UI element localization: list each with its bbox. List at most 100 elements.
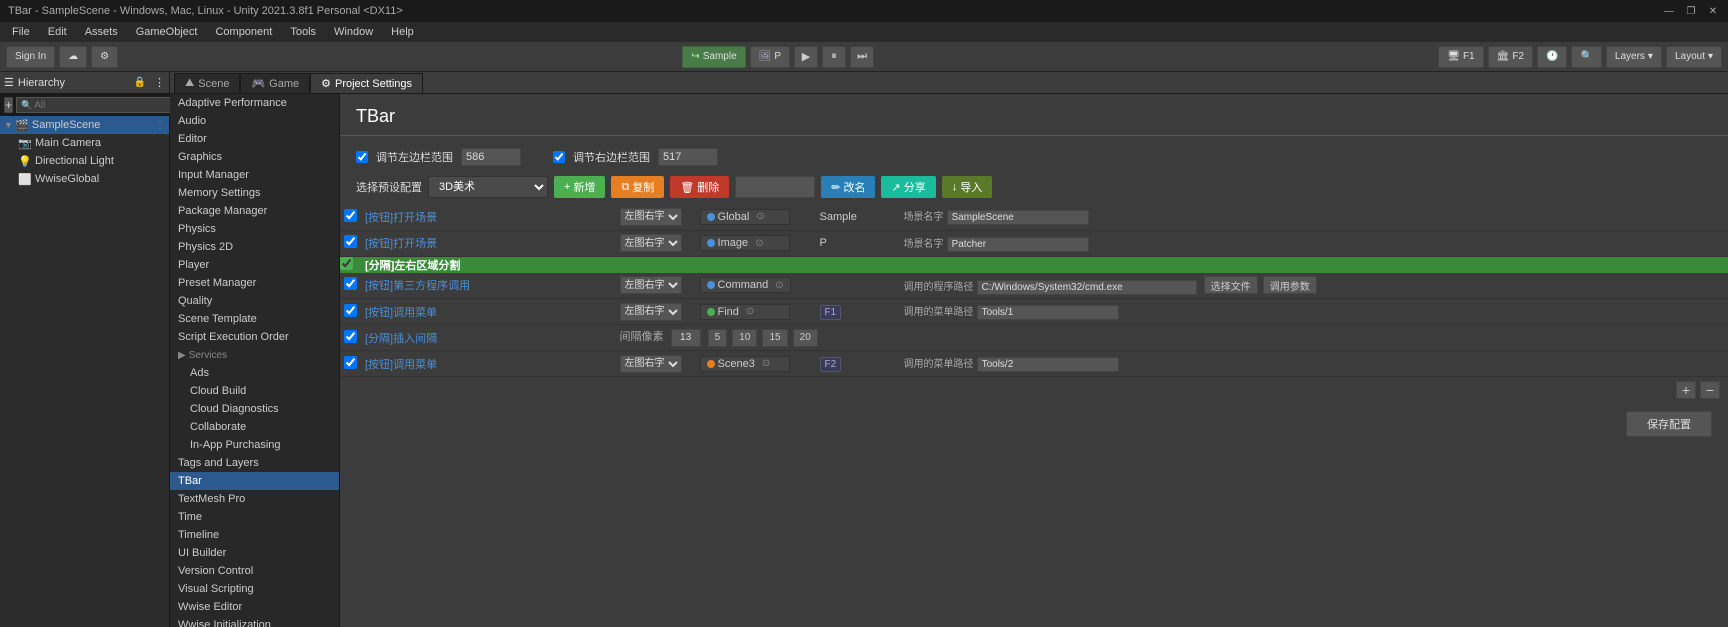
range-left-input[interactable] bbox=[461, 148, 521, 166]
settings-package[interactable]: Package Manager bbox=[170, 202, 339, 220]
scene-value-input[interactable] bbox=[947, 237, 1089, 252]
sample-tab-button[interactable]: ↪ Sample bbox=[682, 46, 745, 68]
settings-cloud-build[interactable]: Cloud Build bbox=[170, 382, 339, 400]
hierarchy-item-directionallight[interactable]: 💡 Directional Light bbox=[0, 152, 169, 170]
spacing-15-button[interactable]: 15 bbox=[762, 329, 787, 347]
tab-game[interactable]: 🎮 Game bbox=[240, 73, 310, 93]
range-right-checkbox[interactable] bbox=[553, 151, 565, 163]
save-config-button[interactable]: 保存配置 bbox=[1626, 411, 1712, 437]
menu-path-input[interactable] bbox=[977, 305, 1119, 320]
spacing-10-button[interactable]: 10 bbox=[732, 329, 757, 347]
menu-tools[interactable]: Tools bbox=[282, 26, 324, 38]
row-side-select[interactable]: 左图右字 bbox=[620, 276, 682, 294]
settings-visual-scripting[interactable]: Visual Scripting bbox=[170, 580, 339, 598]
row-side-select[interactable]: 左图右字 bbox=[620, 355, 682, 373]
copy-button[interactable]: ⧉ 复制 bbox=[611, 176, 664, 198]
p-tab-button[interactable]: 🖼 P bbox=[750, 46, 790, 68]
row-checkbox[interactable] bbox=[344, 330, 357, 343]
preset-select[interactable]: 3D美术 bbox=[428, 176, 548, 198]
row-checkbox[interactable] bbox=[344, 304, 357, 317]
layout-button[interactable]: Layout ▾ bbox=[1666, 46, 1722, 68]
menu-edit[interactable]: Edit bbox=[40, 26, 75, 38]
settings-wwise-editor[interactable]: Wwise Editor bbox=[170, 598, 339, 616]
new-button[interactable]: + 新增 bbox=[554, 176, 605, 198]
settings-ads[interactable]: Ads bbox=[170, 364, 339, 382]
remove-row-button[interactable]: − bbox=[1700, 381, 1720, 399]
settings-input[interactable]: Input Manager bbox=[170, 166, 339, 184]
search-button[interactable]: 🔍 bbox=[1571, 46, 1601, 68]
signin-button[interactable]: Sign In bbox=[6, 46, 55, 68]
range-left-checkbox[interactable] bbox=[356, 151, 368, 163]
settings-quality[interactable]: Quality bbox=[170, 292, 339, 310]
settings-timeline[interactable]: Timeline bbox=[170, 526, 339, 544]
scene-value-input[interactable] bbox=[947, 210, 1089, 225]
row-side-select[interactable]: 左图右字 bbox=[620, 303, 682, 321]
spacing-5-button[interactable]: 5 bbox=[708, 329, 728, 347]
key-circle-icon[interactable]: ⊙ bbox=[762, 358, 770, 369]
rename-button[interactable]: ✏ 改名 bbox=[821, 176, 875, 198]
menu-path-input[interactable] bbox=[977, 357, 1119, 372]
hierarchy-lock-icon[interactable]: 🔒 bbox=[134, 77, 146, 88]
gear-button[interactable]: ⚙ bbox=[91, 46, 118, 68]
call-args-button[interactable]: 调用参数 bbox=[1263, 276, 1317, 294]
menu-component[interactable]: Component bbox=[207, 26, 280, 38]
settings-audio[interactable]: Audio bbox=[170, 112, 339, 130]
menu-window[interactable]: Window bbox=[326, 26, 381, 38]
pause-button[interactable]: ⏸ bbox=[822, 46, 846, 68]
hierarchy-menu-icon[interactable]: ⋮ bbox=[154, 76, 165, 89]
spacing-value-input[interactable] bbox=[671, 329, 701, 347]
settings-script-exec[interactable]: Script Execution Order bbox=[170, 328, 339, 346]
tab-project-settings[interactable]: ⚙ Project Settings bbox=[310, 73, 423, 93]
hierarchy-item-wwiseglobal[interactable]: ⬜ WwiseGlobal bbox=[0, 170, 169, 188]
spacing-20-button[interactable]: 20 bbox=[793, 329, 818, 347]
row-checkbox[interactable] bbox=[344, 209, 357, 222]
settings-physics[interactable]: Physics bbox=[170, 220, 339, 238]
settings-graphics[interactable]: Graphics bbox=[170, 148, 339, 166]
key-circle-icon[interactable]: ⊙ bbox=[756, 211, 764, 222]
close-button[interactable]: ✕ bbox=[1706, 4, 1720, 18]
settings-version-control[interactable]: Version Control bbox=[170, 562, 339, 580]
settings-adaptive[interactable]: Adaptive Performance bbox=[170, 94, 339, 112]
range-right-input[interactable] bbox=[658, 148, 718, 166]
f1-button[interactable]: 🖥 F1 bbox=[1438, 46, 1483, 68]
settings-wwise-init[interactable]: Wwise Initialization bbox=[170, 616, 339, 627]
select-file-button[interactable]: 选择文件 bbox=[1204, 276, 1258, 294]
key-circle-icon[interactable]: ⊙ bbox=[746, 306, 754, 317]
row-checkbox[interactable] bbox=[344, 235, 357, 248]
key-circle-icon[interactable]: ⊙ bbox=[775, 280, 783, 291]
layers-button[interactable]: Layers ▾ bbox=[1606, 46, 1662, 68]
share-button[interactable]: ↗ 分享 bbox=[881, 176, 935, 198]
play-button[interactable]: ▶ bbox=[794, 46, 818, 68]
row-side-select[interactable]: 左图右字 bbox=[620, 234, 682, 252]
step-button[interactable]: ⏭ bbox=[850, 46, 874, 68]
hierarchy-item-samplescene[interactable]: ▼ 🎬 SampleScene ⋮ bbox=[0, 116, 169, 134]
key-circle-icon[interactable]: ⊙ bbox=[755, 238, 763, 249]
cmd-path-input[interactable] bbox=[977, 280, 1197, 295]
hierarchy-search-input[interactable] bbox=[34, 100, 166, 111]
row-checkbox[interactable] bbox=[344, 356, 357, 369]
row-side-select[interactable]: 左图右字 bbox=[620, 208, 682, 226]
tab-scene[interactable]: ⛰ Scene bbox=[174, 73, 240, 93]
settings-tbar[interactable]: TBar bbox=[170, 472, 339, 490]
settings-tags[interactable]: Tags and Layers bbox=[170, 454, 339, 472]
settings-cloud-diag[interactable]: Cloud Diagnostics bbox=[170, 400, 339, 418]
minimize-button[interactable]: — bbox=[1662, 4, 1676, 18]
settings-preset[interactable]: Preset Manager bbox=[170, 274, 339, 292]
delete-button[interactable]: 🗑 删除 bbox=[670, 176, 729, 198]
hierarchy-item-maincamera[interactable]: 📷 Main Camera bbox=[0, 134, 169, 152]
history-button[interactable]: 🕐 bbox=[1537, 46, 1567, 68]
settings-textmesh[interactable]: TextMesh Pro bbox=[170, 490, 339, 508]
settings-physics2d[interactable]: Physics 2D bbox=[170, 238, 339, 256]
settings-editor[interactable]: Editor bbox=[170, 130, 339, 148]
menu-gameobject[interactable]: GameObject bbox=[128, 26, 206, 38]
settings-iap[interactable]: In-App Purchasing bbox=[170, 436, 339, 454]
item-menu-icon[interactable]: ⋮ bbox=[155, 120, 165, 131]
hierarchy-add-button[interactable]: + bbox=[4, 97, 13, 113]
menu-assets[interactable]: Assets bbox=[77, 26, 126, 38]
f2-button[interactable]: 🏛 F2 bbox=[1488, 46, 1533, 68]
row-checkbox[interactable] bbox=[344, 277, 357, 290]
settings-player[interactable]: Player bbox=[170, 256, 339, 274]
settings-ui-builder[interactable]: UI Builder bbox=[170, 544, 339, 562]
restore-button[interactable]: ❐ bbox=[1684, 4, 1698, 18]
settings-memory[interactable]: Memory Settings bbox=[170, 184, 339, 202]
